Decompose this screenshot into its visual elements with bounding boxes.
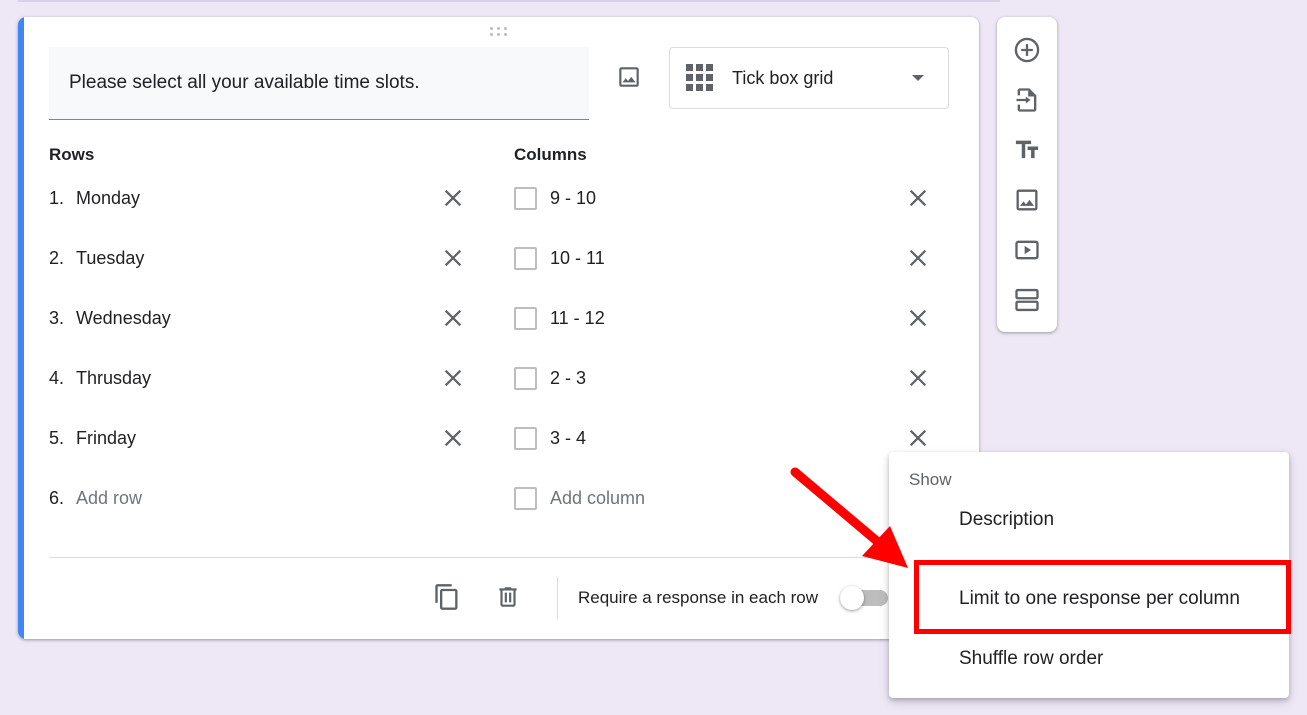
row-label-input[interactable]: Tuesday (76, 243, 144, 273)
grid-row: 4. Thrusday 2 - 3 (18, 363, 978, 393)
grid-row: 3. Wednesday 11 - 12 (18, 303, 978, 333)
rows-heading: Rows (49, 145, 95, 164)
add-row-input[interactable]: Add row (76, 483, 142, 513)
column-checkbox (514, 187, 537, 210)
column-label-input[interactable]: 11 - 12 (550, 303, 605, 333)
drag-handle-icon[interactable] (490, 27, 510, 39)
column-checkbox (514, 427, 537, 450)
menu-item-description[interactable]: Description (889, 496, 1289, 544)
column-checkbox (514, 487, 537, 510)
import-questions-icon[interactable] (1012, 85, 1042, 115)
remove-column-icon[interactable] (907, 307, 929, 329)
remove-column-icon[interactable] (907, 187, 929, 209)
column-label-input[interactable]: 9 - 10 (550, 183, 596, 213)
chevron-down-icon (912, 75, 924, 81)
add-question-icon[interactable] (1012, 35, 1042, 65)
column-checkbox (514, 367, 537, 390)
grid-icon (686, 64, 713, 91)
row-number: 1. (49, 188, 65, 208)
add-image-icon[interactable] (616, 64, 642, 94)
remove-column-icon[interactable] (907, 247, 929, 269)
remove-row-icon[interactable] (442, 367, 464, 389)
toggle-knob[interactable] (840, 586, 864, 610)
footer-separator (557, 577, 558, 619)
grid-row: 2. Tuesday 10 - 11 (18, 243, 978, 273)
question-type-dropdown[interactable]: Tick box grid (669, 47, 949, 109)
annotation-arrow-icon (790, 467, 908, 568)
question-type-label: Tick box grid (732, 68, 834, 88)
delete-icon[interactable] (495, 583, 521, 611)
add-image-icon[interactable] (1012, 185, 1042, 215)
row-label-input[interactable]: Monday (76, 183, 140, 213)
row-number: 6. (49, 488, 65, 508)
column-checkbox (514, 247, 537, 270)
columns-heading: Columns (514, 145, 587, 164)
row-label-input[interactable]: Wednesday (76, 303, 171, 333)
remove-column-icon[interactable] (907, 367, 929, 389)
row-number: 3. (49, 308, 65, 328)
grid-row: 1. Monday 9 - 10 (18, 183, 978, 213)
question-title-input[interactable]: Please select all your available time sl… (49, 47, 589, 120)
require-response-label: Require a response in each row (578, 588, 819, 607)
row-label-input[interactable]: Frinday (76, 423, 136, 453)
column-label-input[interactable]: 3 - 4 (550, 423, 586, 453)
column-label-input[interactable]: 10 - 11 (550, 243, 605, 273)
remove-column-icon[interactable] (907, 427, 929, 449)
previous-card-edge (18, 0, 1000, 2)
duplicate-icon[interactable] (433, 583, 461, 611)
remove-row-icon[interactable] (442, 307, 464, 329)
add-title-icon[interactable] (1012, 135, 1042, 165)
row-label-input[interactable]: Thrusday (76, 363, 151, 393)
remove-row-icon[interactable] (442, 427, 464, 449)
row-number: 2. (49, 248, 65, 268)
add-column-input[interactable]: Add column (550, 483, 645, 513)
column-checkbox (514, 307, 537, 330)
remove-row-icon[interactable] (442, 247, 464, 269)
column-label-input[interactable]: 2 - 3 (550, 363, 586, 393)
add-section-icon[interactable] (1012, 285, 1042, 315)
row-number: 5. (49, 428, 65, 448)
remove-row-icon[interactable] (442, 187, 464, 209)
annotation-highlight-box (914, 560, 1291, 634)
row-number: 4. (49, 368, 65, 388)
floating-toolbar (997, 17, 1057, 332)
grid-row: 5. Frinday 3 - 4 (18, 423, 978, 453)
menu-item-shuffle-row-order[interactable]: Shuffle row order (889, 635, 1289, 683)
add-video-icon[interactable] (1012, 235, 1042, 265)
